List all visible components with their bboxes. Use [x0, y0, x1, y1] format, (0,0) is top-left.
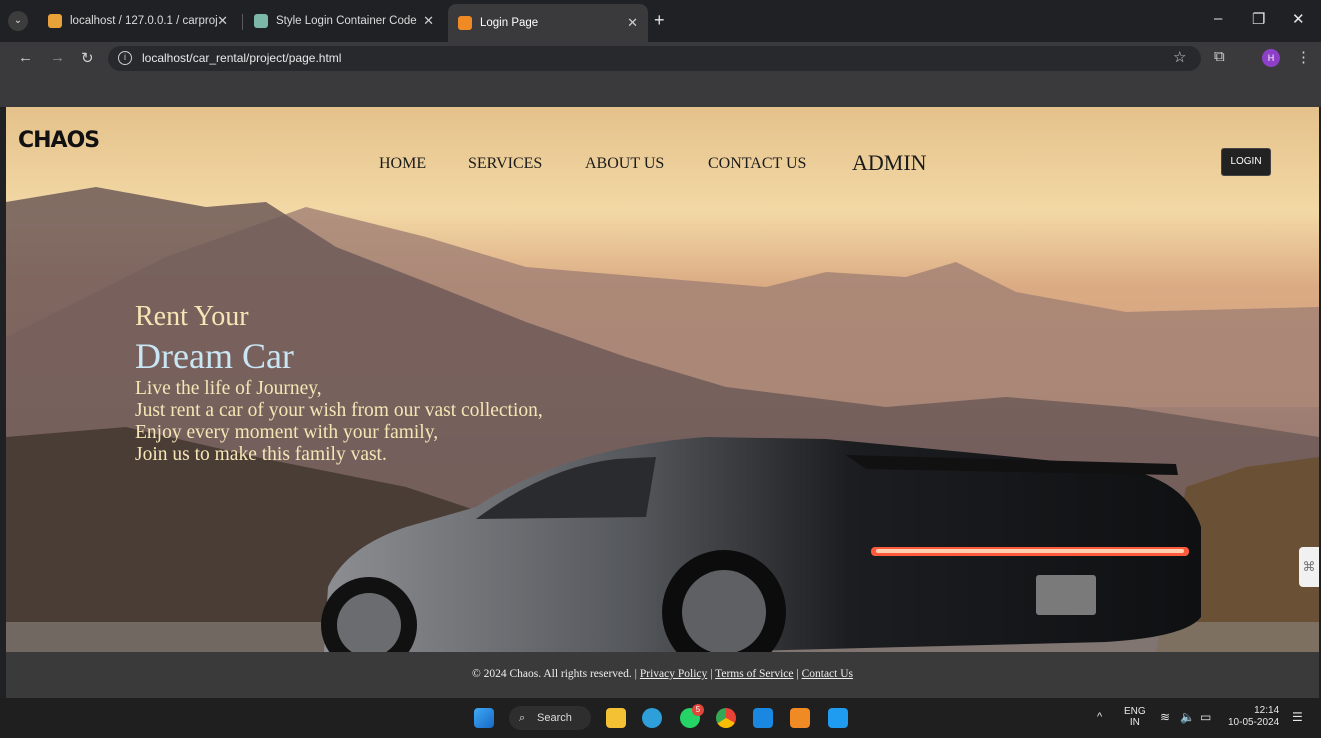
hero-paragraph-line: Live the life of Journey,: [135, 378, 322, 399]
terms-of-service-link[interactable]: Terms of Service: [715, 668, 793, 680]
close-icon[interactable]: ✕: [423, 13, 434, 29]
hero-text: Rent Your Dream Car Live the life of Jou…: [135, 300, 543, 466]
hero-section: CHAOS HOME SERVICES ABOUT US CONTACT US …: [6, 107, 1319, 652]
reload-icon[interactable]: ↻: [81, 49, 94, 67]
browser-toolbar: ← → ↻ i localhost/car_rental/project/pag…: [0, 42, 1321, 74]
footer-text: © 2024 Chaos. All rights reserved. | Pri…: [471, 668, 854, 680]
address-bar[interactable]: i localhost/car_rental/project/page.html: [108, 46, 1201, 71]
browser-tab-bar: ⌄ localhost / 127.0.0.1 / carprojec ✕ St…: [0, 0, 1321, 42]
site-footer: © 2024 Chaos. All rights reserved. | Pri…: [6, 652, 1319, 698]
wifi-icon[interactable]: ≋: [1160, 710, 1170, 724]
hero-paragraph-line: Enjoy every moment with your family,: [135, 422, 439, 443]
bookmark-star-icon[interactable]: ☆: [1173, 48, 1186, 66]
back-arrow-icon[interactable]: ←: [18, 49, 33, 66]
search-icon: ⌕: [519, 712, 526, 724]
xampp-favicon-icon: [458, 16, 472, 30]
nav-about-us[interactable]: ABOUT US: [585, 155, 664, 173]
phpmyadmin-favicon-icon: [48, 14, 62, 28]
vscode-icon[interactable]: [828, 708, 848, 728]
tab-style-login[interactable]: Style Login Container Code ✕: [244, 6, 444, 36]
language-indicator[interactable]: ENG IN: [1124, 706, 1146, 728]
tab-title: Style Login Container Code: [276, 15, 417, 27]
nav-contact-us[interactable]: CONTACT US: [708, 155, 806, 173]
whatsapp-icon[interactable]: 5: [680, 704, 704, 728]
mail-icon[interactable]: [753, 708, 773, 728]
bookmarks-bar: [0, 74, 1321, 107]
tab-search-chevron-icon[interactable]: ⌄: [8, 11, 28, 31]
edge-browser-icon[interactable]: [642, 708, 662, 728]
xampp-icon[interactable]: [790, 708, 810, 728]
close-window-icon[interactable]: ✕: [1292, 10, 1305, 28]
copyright-text: © 2024 Chaos. All rights reserved.: [471, 668, 632, 680]
hero-paragraph-line: Join us to make this family vast.: [135, 444, 387, 465]
more-menu-icon[interactable]: ⋮: [1296, 48, 1311, 66]
minimize-icon[interactable]: –: [1214, 10, 1222, 27]
site-info-icon[interactable]: i: [118, 51, 132, 65]
tab-title: Login Page: [480, 17, 539, 29]
contact-us-link[interactable]: Contact Us: [802, 668, 853, 680]
taskbar-search[interactable]: ⌕ Search: [509, 706, 591, 730]
brand-logo[interactable]: CHAOS: [18, 128, 100, 153]
whatsapp-badge: 5: [692, 704, 704, 716]
url-text: localhost/car_rental/project/page.html: [142, 51, 342, 65]
privacy-policy-link[interactable]: Privacy Policy: [640, 668, 707, 680]
search-label: Search: [537, 712, 572, 724]
tab-phpmyadmin[interactable]: localhost / 127.0.0.1 / carprojec ✕: [38, 6, 238, 36]
battery-icon[interactable]: ▭: [1200, 710, 1211, 724]
notification-icon[interactable]: ☰: [1292, 710, 1303, 724]
hero-paragraph-line: Just rent a car of your wish from our va…: [135, 400, 543, 421]
file-explorer-icon[interactable]: [606, 708, 626, 728]
close-icon[interactable]: ✕: [627, 15, 638, 31]
side-panel-toggle-icon[interactable]: ⌘: [1299, 547, 1319, 587]
windows-taskbar: ⌕ Search 5 ^ ENG IN ≋ 🔈 ▭ 12:14 10-05-20…: [0, 698, 1321, 738]
tray-chevron-icon[interactable]: ^: [1097, 711, 1102, 723]
clock[interactable]: 12:14 10-05-2024: [1228, 705, 1279, 729]
nav-admin[interactable]: ADMIN: [852, 150, 927, 176]
hero-heading-line1: Rent Your: [135, 301, 249, 332]
extensions-puzzle-icon[interactable]: ⧉: [1214, 48, 1225, 65]
tab-separator: [242, 14, 243, 30]
close-icon[interactable]: ✕: [217, 13, 228, 29]
tab-login-page[interactable]: Login Page ✕: [448, 4, 648, 42]
forward-arrow-icon[interactable]: →: [50, 49, 65, 66]
windows-start-icon[interactable]: [474, 708, 494, 728]
volume-icon[interactable]: 🔈: [1180, 710, 1195, 724]
new-tab-plus-icon[interactable]: +: [654, 10, 665, 31]
login-button[interactable]: LOGIN: [1221, 148, 1271, 176]
nav-home[interactable]: HOME: [379, 155, 426, 173]
chrome-icon[interactable]: [716, 708, 736, 728]
profile-avatar[interactable]: H: [1262, 49, 1280, 67]
restore-icon[interactable]: ❐: [1252, 10, 1265, 28]
nav-services[interactable]: SERVICES: [468, 155, 542, 173]
chat-favicon-icon: [254, 14, 268, 28]
tab-title: localhost / 127.0.0.1 / carprojec: [70, 15, 218, 27]
hero-heading-line2: Dream Car: [135, 336, 294, 376]
